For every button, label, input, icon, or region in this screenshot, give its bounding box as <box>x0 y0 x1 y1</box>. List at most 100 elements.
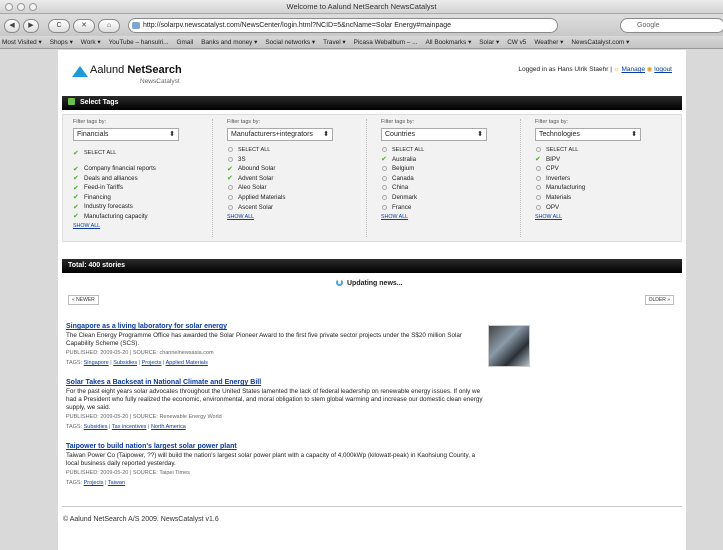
filter-option[interactable]: Applied Materials <box>227 194 366 201</box>
forward-icon[interactable]: ▶ <box>23 18 39 33</box>
filter-option[interactable]: Denmark <box>381 194 520 201</box>
story-tag-link[interactable]: Singapore <box>84 360 109 366</box>
select-all-option[interactable]: SELECT ALL <box>227 146 366 153</box>
filter-option[interactable]: ✔ Deals and alliances <box>73 174 212 183</box>
story-tag-link[interactable]: Taiwan <box>108 480 125 486</box>
bookmark-item[interactable]: All Bookmarks ▾ <box>425 39 471 46</box>
select-all-option[interactable]: SELECT ALL <box>381 146 520 153</box>
bookmark-item[interactable]: Weather ▾ <box>534 39 563 46</box>
filter-label: Filter tags by: <box>535 119 569 125</box>
tag-filters: Filter tags by: Financials ⬍ ✔ SELECT ALL ✔ Co… <box>62 114 682 242</box>
logged-in-text: Logged in as Hans Ulrik Staehr <box>518 66 609 73</box>
filter-option[interactable]: Belgium <box>381 165 520 172</box>
bookmark-item[interactable]: Travel ▾ <box>323 39 346 46</box>
url-bar[interactable]: http://solarpv.newscatalyst.com/NewsCent… <box>128 18 558 33</box>
story-tags: TAGS: Singapore | Subsidies | Projects |… <box>66 360 208 366</box>
filter-option[interactable]: ✔ Company financial reports <box>73 165 212 173</box>
reload-icon[interactable]: C <box>48 18 70 33</box>
story-tag-link[interactable]: Projects <box>84 480 104 486</box>
show-all-link[interactable]: SHOW ALL <box>535 214 675 220</box>
bookmark-item[interactable]: YouTube – hansulri... <box>109 39 169 46</box>
logout-link[interactable]: logout <box>654 66 672 73</box>
story-title-link[interactable]: Solar Takes a Backseat in National Clima… <box>66 379 486 386</box>
story-tag-link[interactable]: Tax incentives <box>112 424 147 430</box>
filter-option[interactable]: ✔ Industry forecasts <box>73 203 212 211</box>
bookmark-item[interactable]: Most Visited ▾ <box>2 39 42 46</box>
radio-icon <box>382 194 387 200</box>
filter-option-label: Aleo Solar <box>238 184 267 192</box>
show-all-link[interactable]: SHOW ALL <box>227 214 366 220</box>
filter-option-label: Applied Materials <box>238 193 286 201</box>
bookmark-item[interactable]: NewsCatalyst.com ▾ <box>571 39 629 46</box>
radio-icon <box>536 204 541 210</box>
radio-icon <box>228 194 233 200</box>
filter-option[interactable]: 3S <box>227 156 366 163</box>
show-all-link[interactable]: SHOW ALL <box>381 214 520 220</box>
bookmark-item[interactable]: Banks and money ▾ <box>201 39 257 46</box>
checkmark-icon: ✔ <box>381 156 387 164</box>
filter-option[interactable]: CPV <box>535 165 675 172</box>
minimize-window-button[interactable] <box>17 3 25 11</box>
stop-icon[interactable]: ✕ <box>73 18 95 33</box>
story-thumbnail[interactable] <box>488 325 530 367</box>
select-all-option[interactable]: SELECT ALL <box>535 146 675 153</box>
story-tag-link[interactable]: Projects <box>142 360 162 366</box>
filter-select[interactable]: Technologies ⬍ <box>535 128 641 141</box>
filter-option[interactable]: ✔ Australia <box>381 156 520 164</box>
filter-option[interactable]: ✔ Advent Solar <box>227 175 366 183</box>
filter-option[interactable]: ✔ BIPV <box>535 156 675 164</box>
story-meta: PUBLISHED: 2009-05-20 | SOURCE: Renewabl… <box>66 414 222 420</box>
older-button[interactable]: OLDER » <box>644 295 674 305</box>
filter-option[interactable]: China <box>381 184 520 191</box>
bookmark-item[interactable]: Work ▾ <box>81 39 101 46</box>
manage-icon: ☼ <box>613 66 620 73</box>
story-tag-link[interactable]: North America <box>151 424 186 430</box>
filter-option[interactable]: Aleo Solar <box>227 184 366 191</box>
filter-option[interactable]: Inverters <box>535 175 675 182</box>
zoom-window-button[interactable] <box>29 3 37 11</box>
filter-option[interactable]: Materials <box>535 194 675 201</box>
bookmark-item[interactable]: Solar ▾ <box>479 39 499 46</box>
filter-option[interactable]: ✔ Manufacturing capacity <box>73 213 212 221</box>
filter-option[interactable]: ✔ Feed-in Tariffs <box>73 184 212 192</box>
filter-select[interactable]: Countries ⬍ <box>381 128 487 141</box>
select-tags-header[interactable]: Select Tags <box>62 96 682 110</box>
select-all-option[interactable]: ✔ SELECT ALL <box>73 149 212 157</box>
story-item: Singapore as a living laboratory for sol… <box>66 323 486 366</box>
story-tag-link[interactable]: Subsidies <box>113 360 137 366</box>
filter-option[interactable]: ✔ Financing <box>73 194 212 202</box>
filter-option[interactable]: Ascent Solar <box>227 204 366 211</box>
radio-icon <box>228 185 233 191</box>
filter-option[interactable]: OPV <box>535 204 675 211</box>
collapse-icon[interactable] <box>68 98 75 105</box>
url-text: http://solarpv.newscatalyst.com/NewsCent… <box>143 22 452 29</box>
show-all-link[interactable]: SHOW ALL <box>73 223 212 229</box>
filter-option-label: Inverters <box>546 174 571 182</box>
search-input[interactable]: Google <box>620 18 723 33</box>
filter-option[interactable]: Manufacturing <box>535 184 675 191</box>
bookmark-item[interactable]: Picasa Webalbum – ... <box>354 39 418 46</box>
story-tag-link[interactable]: Applied Materials <box>166 360 208 366</box>
bookmark-item[interactable]: CW v5 <box>507 39 526 46</box>
filter-option-label: Deals and alliances <box>84 174 138 182</box>
close-window-button[interactable] <box>5 3 13 11</box>
manage-link[interactable]: Manage <box>621 66 645 73</box>
filter-select[interactable]: Financials ⬍ <box>73 128 179 141</box>
footer-divider <box>62 506 682 507</box>
filter-option[interactable]: France <box>381 204 520 211</box>
bookmark-item[interactable]: Gmail <box>177 39 194 46</box>
filter-select[interactable]: Manufacturers+integrators ⬍ <box>227 128 333 141</box>
bookmark-item[interactable]: Social networks ▾ <box>265 39 315 46</box>
checkmark-icon: ✔ <box>227 165 233 173</box>
bookmark-item[interactable]: Shops ▾ <box>50 39 73 46</box>
back-icon[interactable]: ◀ <box>4 18 20 33</box>
story-title-link[interactable]: Taipower to build nation's largest solar… <box>66 443 486 450</box>
story-tag-link[interactable]: Subsidies <box>84 424 108 430</box>
radio-icon <box>536 175 541 181</box>
story-title-link[interactable]: Singapore as a living laboratory for sol… <box>66 323 486 330</box>
newer-button[interactable]: « NEWER <box>68 295 99 305</box>
filter-option[interactable]: Canada <box>381 175 520 182</box>
updating-status: Updating news... <box>336 279 403 287</box>
home-icon[interactable]: ⌂ <box>98 18 120 33</box>
filter-option[interactable]: ✔ Abound Solar <box>227 165 366 173</box>
